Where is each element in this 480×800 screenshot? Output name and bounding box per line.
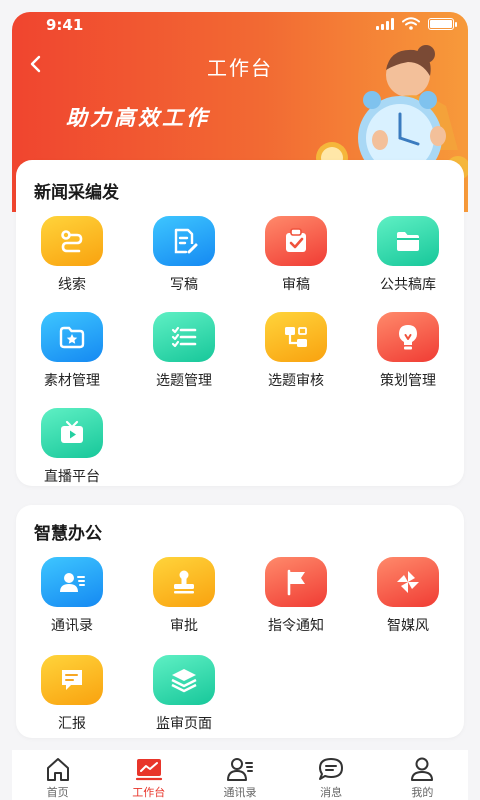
tile-contacts[interactable]: 通讯录 (16, 557, 128, 635)
layers-icon (171, 669, 197, 693)
tile-topic-management[interactable]: 选题管理 (128, 312, 240, 390)
tile-label: 监审页面 (156, 716, 212, 732)
tile-label: 策划管理 (380, 373, 436, 389)
tile-label: 线索 (58, 277, 86, 293)
status-time: 9:41 (46, 16, 84, 34)
contacts-icon (226, 758, 253, 781)
clipboard-check-icon (286, 228, 306, 252)
stamp-icon (174, 570, 194, 594)
folder-icon (397, 232, 419, 251)
user-icon (411, 757, 434, 781)
tile-topic-review[interactable]: 选题审核 (240, 312, 352, 390)
tab-label: 首页 (46, 786, 69, 799)
tab-home[interactable]: 首页 (23, 756, 93, 800)
tile-approval[interactable]: 审批 (128, 557, 240, 635)
tile-label: 选题审核 (268, 373, 324, 389)
tab-workbench[interactable]: 工作台 (114, 756, 184, 800)
news-section-card: 新闻采编发 线索 写稿 审稿 公共稿库 素材管理 选题管理 选题审核 策划管理 … (16, 160, 464, 486)
tile-report[interactable]: 汇报 (16, 655, 128, 733)
tile-label: 指令通知 (268, 618, 324, 634)
signal-icon (376, 17, 394, 30)
tab-messages[interactable]: 消息 (296, 756, 366, 800)
news-section-grid: 线索 写稿 审稿 公共稿库 素材管理 选题管理 选题审核 策划管理 直播平台 (16, 216, 464, 486)
edit-document-icon (174, 228, 198, 254)
tab-label: 通讯录 (223, 786, 257, 799)
checklist-icon (171, 326, 197, 348)
tv-play-icon (61, 420, 83, 443)
status-bar: 9:41 (12, 12, 468, 40)
status-icons (376, 17, 457, 30)
tile-label: 审稿 (282, 277, 310, 293)
bottom-tab-bar: 首页 工作台 通讯录 消息 我的 (12, 750, 468, 800)
battery-icon (428, 17, 457, 30)
tile-label: 公共稿库 (380, 277, 436, 293)
wifi-icon (402, 17, 420, 30)
flag-icon (287, 569, 305, 596)
tile-label: 通讯录 (51, 618, 93, 634)
tile-label: 写稿 (170, 277, 198, 293)
tile-smart-media[interactable]: 智媒风 (352, 557, 464, 635)
tile-clues[interactable]: 线索 (16, 216, 128, 294)
office-section-grid: 通讯录 审批 指令通知 智媒风 汇报 监审页面 (16, 557, 464, 733)
tile-label: 直播平台 (44, 469, 100, 485)
tab-profile[interactable]: 我的 (387, 756, 457, 800)
lightbulb-icon (399, 325, 417, 350)
tile-public-library[interactable]: 公共稿库 (352, 216, 464, 294)
tile-write[interactable]: 写稿 (128, 216, 240, 294)
header-slogan: 助力高效工作 (66, 106, 210, 130)
phone-screen: 9:41 工作台 助力高效工作 新闻采编发 线索 写稿 审稿 公共稿库 素材管理… (0, 0, 480, 800)
tile-monitoring-page[interactable]: 监审页面 (128, 655, 240, 733)
tile-planning[interactable]: 策划管理 (352, 312, 464, 390)
tab-contacts[interactable]: 通讯录 (205, 756, 275, 800)
office-section-title: 智慧办公 (34, 524, 102, 544)
tile-materials[interactable]: 素材管理 (16, 312, 128, 390)
tile-instruction-notice[interactable]: 指令通知 (240, 557, 352, 635)
pinwheel-icon (397, 571, 419, 593)
tile-live-platform[interactable]: 直播平台 (16, 408, 128, 486)
tile-label: 素材管理 (44, 373, 100, 389)
office-section-card: 智慧办公 通讯录 审批 指令通知 智媒风 汇报 监审页面 (16, 505, 464, 738)
star-folder-icon (59, 326, 85, 349)
home-icon (46, 758, 69, 781)
tile-label: 选题管理 (156, 373, 212, 389)
tab-label: 工作台 (132, 786, 166, 799)
tile-review[interactable]: 审稿 (240, 216, 352, 294)
tile-label: 审批 (170, 618, 198, 634)
contact-card-icon (60, 573, 85, 592)
flowchart-icon (285, 327, 307, 347)
news-section-title: 新闻采编发 (34, 183, 119, 203)
tile-label: 智媒风 (387, 618, 429, 634)
tab-label: 我的 (411, 786, 434, 799)
chart-icon (135, 759, 162, 781)
tile-label: 汇报 (58, 716, 86, 732)
report-icon (62, 670, 82, 690)
message-icon (319, 758, 344, 780)
link-icon (61, 230, 83, 253)
tab-label: 消息 (320, 786, 343, 799)
